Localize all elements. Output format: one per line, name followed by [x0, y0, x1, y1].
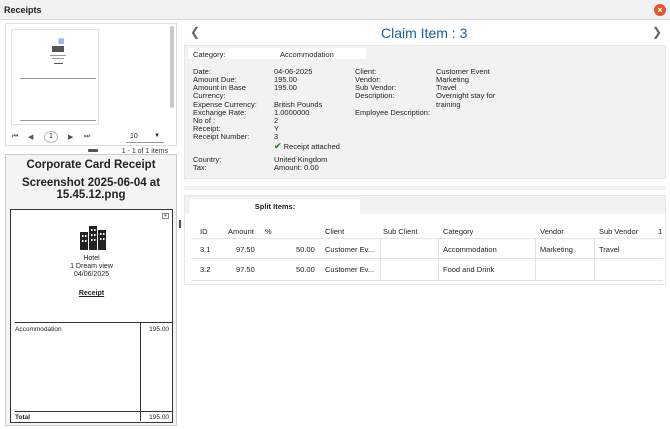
field-value: 195.00: [274, 83, 297, 92]
field-value: 3: [274, 132, 279, 141]
table-cell[interactable]: Food and Drink: [443, 265, 494, 274]
receipt-attached-text: Receipt attached: [283, 142, 340, 151]
building-icon: [80, 226, 106, 250]
close-icon[interactable]: ×: [654, 4, 666, 16]
category-label: Category:: [193, 50, 226, 59]
window-title: Receipts: [4, 5, 42, 15]
table-cell[interactable]: Marketing: [540, 245, 573, 254]
table-divider: [380, 238, 381, 280]
pager: ⏮ ◀ 1 ▶ ⏭ 10 ▼: [6, 130, 176, 144]
table-cell[interactable]: 50.00: [296, 265, 315, 274]
receipt-thumbnail[interactable]: ▦: [11, 29, 99, 125]
column-header[interactable]: Amount: [228, 227, 254, 236]
table-divider: [140, 323, 141, 421]
field-label: Currency:: [193, 91, 226, 100]
table-cell[interactable]: 3.1: [200, 245, 210, 254]
receipt-date: 04/06/2025: [73, 271, 110, 278]
split-items-panel: Split Items: ID Amount % Client Sub Clie…: [184, 195, 666, 285]
thumbnail-line: [20, 78, 96, 79]
column-header[interactable]: Vendor: [540, 227, 564, 236]
field-value: 1.0000000: [274, 108, 310, 117]
thumbnail-logo-block: [52, 46, 64, 52]
column-header[interactable]: ID: [200, 227, 208, 236]
category-value: Accommodation: [280, 50, 334, 59]
window-titlebar: Receipts ×: [0, 0, 670, 20]
table-divider: [191, 238, 663, 239]
table-divider: [191, 280, 663, 281]
thumbnail-scrollbar[interactable]: [170, 26, 174, 108]
receipt-line-item: Accommodation: [15, 326, 62, 333]
split-items-header: Split Items:: [185, 196, 665, 214]
table-cell[interactable]: Customer Ev...: [325, 265, 374, 274]
table-cell[interactable]: Travel: [599, 245, 620, 254]
next-claim-chevron-icon[interactable]: ❯: [652, 25, 662, 39]
table-divider: [594, 238, 595, 280]
receipt-total-label: Total: [15, 414, 31, 421]
first-page-icon[interactable]: ⏮: [12, 133, 18, 141]
table-cell[interactable]: 97.50: [236, 245, 255, 254]
receipt-filename-line2: 15.45.12.png: [56, 189, 126, 201]
field-value: Overnight stay for training: [436, 91, 496, 109]
field-value: Amount: 0.00: [274, 163, 319, 172]
page-size-select[interactable]: 10 ▼: [126, 131, 164, 143]
vertical-splitter-handle[interactable]: [179, 220, 181, 228]
receipt-doc-title: Receipt: [78, 290, 105, 297]
thumbnail-building-icon: ▦: [58, 38, 65, 45]
last-page-icon[interactable]: ⏭: [84, 133, 90, 141]
claim-item-title: Claim Item : 3: [381, 25, 468, 41]
page-size-value: 10: [130, 133, 138, 140]
receipt-total-amount: 195.00: [149, 414, 169, 421]
checkmark-icon: ✔: [274, 141, 282, 151]
chevron-down-icon: ▼: [154, 133, 160, 139]
column-header[interactable]: Category: [443, 227, 473, 236]
column-header[interactable]: %: [265, 227, 272, 236]
document-menu-icon[interactable]: ▾: [162, 213, 169, 219]
thumbnail-panel: ▦ ⏮ ◀ 1 ▶ ⏭ 10 ▼ 1 - 1 of 1 items: [5, 23, 177, 155]
column-header[interactable]: Sub Client: [383, 227, 418, 236]
field-label: Receipt Number:: [193, 132, 250, 141]
table-cell[interactable]: 3.2: [200, 265, 210, 274]
thumbnail-line: [54, 63, 63, 64]
table-divider: [535, 238, 536, 280]
receipt-heading: Corporate Card Receipt: [26, 159, 156, 171]
receipt-attached-status: ✔ Receipt attached: [274, 141, 340, 152]
receipt-line-amount: 195.00: [149, 326, 169, 333]
thumbnail-line: [52, 58, 64, 59]
table-cell[interactable]: Customer Ev...: [325, 245, 374, 254]
next-page-icon[interactable]: ▶: [68, 133, 73, 141]
column-header[interactable]: Sub Vendor: [599, 227, 638, 236]
merchant-address: 1 Dream view: [70, 263, 113, 270]
horizontal-splitter-handle[interactable]: [88, 149, 98, 152]
prev-page-icon[interactable]: ◀: [28, 133, 33, 141]
thumbnail-line: [20, 120, 96, 121]
section-divider: [184, 186, 666, 190]
thumbnail-line: [50, 55, 66, 56]
previous-claim-chevron-icon[interactable]: ❮: [190, 25, 200, 39]
current-page-button[interactable]: 1: [44, 131, 58, 143]
claim-details-panel: Category: Accommodation Date: 04-06-2025…: [184, 45, 666, 179]
table-divider: [15, 411, 173, 412]
table-cell[interactable]: 50.00: [296, 245, 315, 254]
table-cell[interactable]: Accommodation: [443, 245, 497, 254]
table-divider: [191, 258, 663, 259]
column-header[interactable]: Client: [325, 227, 344, 236]
receipt-document: ▾ Hotel 1 Dream view 04/06/2025 Receipt …: [10, 209, 173, 423]
category-row: Category: Accommodation: [188, 48, 366, 59]
field-label: Tax:: [193, 163, 207, 172]
receipt-preview-panel: Corporate Card Receipt Screenshot 2025-0…: [5, 154, 177, 426]
column-header[interactable]: 1: [658, 227, 662, 236]
merchant-name: Hotel: [83, 255, 100, 262]
field-label: Description:: [355, 91, 395, 100]
field-label: Employee Description:: [355, 108, 431, 117]
table-cell[interactable]: 97.50: [236, 265, 255, 274]
tab-split-items[interactable]: Split Items:: [190, 199, 360, 214]
receipt-line-table: Accommodation 195.00 Total 195.00: [15, 322, 173, 422]
table-divider: [438, 238, 439, 280]
